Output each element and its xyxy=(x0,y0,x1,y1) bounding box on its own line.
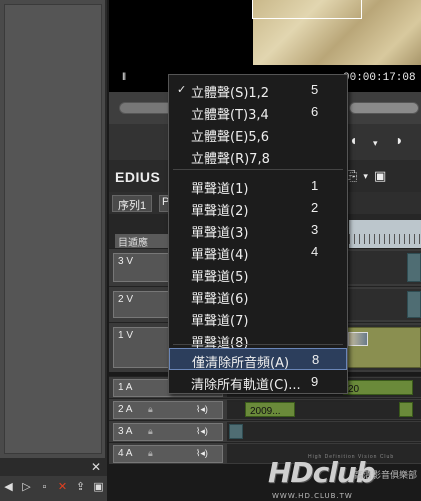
chevron-down-icon[interactable]: ▾ xyxy=(363,168,368,184)
menu-item-label: 僅清除所音頻(A) xyxy=(192,356,290,371)
lock-icon[interactable]: 🔒︎ xyxy=(148,426,153,437)
position-slider[interactable] xyxy=(349,102,419,114)
menu-item-label: 立體聲(E)5,6 xyxy=(191,130,270,145)
menu-item-label: 單聲道(1) xyxy=(191,182,249,197)
menu-item-stereo-12[interactable]: ✓ 立體聲(S)1,2 5 xyxy=(169,79,347,101)
menu-item-mono-7[interactable]: 單聲道(7) xyxy=(169,307,347,329)
clip[interactable] xyxy=(407,253,421,282)
menu-item-label: 單聲道(3) xyxy=(191,226,249,241)
track-a3: 3 A 🔒︎ ⌇◂) xyxy=(109,420,421,442)
clip-label: 20 xyxy=(348,384,360,395)
track-body[interactable]: 2009... xyxy=(227,400,421,419)
ruler-label: 目遁應 xyxy=(115,234,173,249)
menu-item-shortcut: 3 xyxy=(311,222,319,237)
track-a2: 2 A 🔒︎ ⌇◂) 2009... xyxy=(109,398,421,420)
left-panel: ✕ ◀ ▷ ▫ ✕ ⇪ ▣ xyxy=(0,0,107,501)
menu-item-stereo-56[interactable]: 立體聲(E)5,6 xyxy=(169,123,347,145)
menu-item-stereo-78[interactable]: 立體聲(R)7,8 xyxy=(169,145,347,167)
lock-icon[interactable]: 🔒︎ xyxy=(148,404,153,415)
hdclub-watermark: High Definition Vision Club HDclub 高清影音俱… xyxy=(268,454,421,501)
menu-item-label: 立體聲(R)7,8 xyxy=(191,152,270,167)
clip[interactable] xyxy=(407,291,421,318)
clip[interactable] xyxy=(399,402,413,417)
menu-item-label: 單聲道(5) xyxy=(191,270,249,285)
menu-item-mono-6[interactable]: 單聲道(6) xyxy=(169,285,347,307)
bin-panel xyxy=(4,4,102,454)
timecode-display: 00:00:17:08 xyxy=(343,72,416,84)
clip-label: 2009... xyxy=(250,406,281,417)
waveform-icon[interactable]: ⌇◂) xyxy=(196,426,208,437)
save-icon[interactable]: ▣ xyxy=(374,168,386,184)
track-name: 4 A xyxy=(118,448,133,459)
menu-separator xyxy=(173,344,343,345)
track-name: 2 A xyxy=(118,404,133,415)
menu-item-mono-4[interactable]: 單聲道(4) 4 xyxy=(169,241,347,263)
track-body[interactable] xyxy=(227,422,421,441)
add-icon[interactable]: ▫ xyxy=(38,480,51,493)
menu-item-label: 單聲道(2) xyxy=(191,204,249,219)
menu-item-shortcut: 8 xyxy=(312,352,320,367)
export-icon[interactable]: ⎘ xyxy=(347,168,357,184)
menu-item-mono-1[interactable]: 單聲道(1) 1 xyxy=(169,175,347,197)
track-header[interactable]: 4 A 🔒︎ ⌇◂) xyxy=(113,445,223,463)
left-bottom-toolbar: ✕ ◀ ▷ ▫ ✕ ⇪ ▣ xyxy=(0,458,107,501)
delete-icon[interactable]: ✕ xyxy=(56,480,69,493)
menu-item-shortcut: 4 xyxy=(311,244,319,259)
menu-item-label: 清除所有軌道(C)... xyxy=(191,378,301,393)
panel-titlebar: ✕ xyxy=(0,458,107,476)
menu-item-label: 單聲道(7) xyxy=(191,314,249,329)
track-name: 3 A xyxy=(118,426,133,437)
menu-item-label: 立體聲(S)1,2 xyxy=(191,86,270,101)
track-name: 3 V xyxy=(118,256,134,267)
clip[interactable]: 20 xyxy=(343,380,413,395)
menu-item-label: 單聲道(6) xyxy=(191,292,249,307)
safe-area-frame xyxy=(252,0,362,19)
mark-in-icon[interactable]: ◖ xyxy=(349,132,357,148)
ruler-ticks xyxy=(349,234,421,244)
menu-item-shortcut: 1 xyxy=(311,178,319,193)
track-header[interactable]: 3 A 🔒︎ ⌇◂) xyxy=(113,423,223,441)
track-header[interactable]: 2 A 🔒︎ ⌇◂) xyxy=(113,401,223,419)
menu-item-clear-all-tracks[interactable]: 清除所有軌道(C)... 9 xyxy=(169,371,347,393)
menu-item-shortcut: 2 xyxy=(311,200,319,215)
clip[interactable] xyxy=(345,327,421,368)
track-name: 1 V xyxy=(118,330,134,341)
menu-item-shortcut: 6 xyxy=(311,104,319,119)
watermark-url: WWW.HD.CLUB.TW xyxy=(272,492,353,500)
menu-separator xyxy=(173,169,343,170)
close-icon[interactable]: ✕ xyxy=(91,460,101,474)
play-forward-icon[interactable]: ▷ xyxy=(20,480,33,493)
lock-icon[interactable]: 🔒︎ xyxy=(148,448,153,459)
menu-item-shortcut: 5 xyxy=(311,82,319,97)
export-icon[interactable]: ⇪ xyxy=(74,480,87,493)
menu-item-stereo-34[interactable]: 立體聲(T)3,4 6 xyxy=(169,101,347,123)
watermark-chinese: 高清影音俱樂部 xyxy=(354,470,418,480)
menu-item-label: 立體聲(T)3,4 xyxy=(191,108,269,123)
track-name: 1 A xyxy=(118,382,133,393)
waveform-icon[interactable]: ⌇◂) xyxy=(196,448,208,459)
menu-item-mono-5[interactable]: 單聲道(5) xyxy=(169,263,347,285)
chevron-down-icon[interactable]: ▾ xyxy=(373,138,378,149)
app-title: EDIUS xyxy=(115,169,161,185)
check-icon: ✓ xyxy=(177,84,187,96)
clip-thumbnail xyxy=(348,332,368,346)
mark-out-icon[interactable]: ◗ xyxy=(395,132,403,148)
tab-sequence1[interactable]: 序列1 xyxy=(112,195,153,212)
save-icon[interactable]: ▣ xyxy=(92,480,105,493)
in-marker: ‖ xyxy=(122,72,127,83)
menu-item-mono-2[interactable]: 單聲道(2) 2 xyxy=(169,197,347,219)
clip[interactable] xyxy=(229,424,243,439)
track-name: 2 V xyxy=(118,294,134,305)
menu-item-shortcut: 9 xyxy=(311,374,319,389)
channel-context-menu: ✓ 立體聲(S)1,2 5 立體聲(T)3,4 6 立體聲(E)5,6 立體聲(… xyxy=(168,74,348,394)
clip[interactable]: 2009... xyxy=(245,402,295,417)
play-icon[interactable]: ◀ xyxy=(2,480,15,493)
timeline-ruler[interactable] xyxy=(349,220,421,248)
menu-item-mono-3[interactable]: 單聲道(3) 3 xyxy=(169,219,347,241)
menu-item-clear-audio[interactable]: 僅清除所音頻(A) 8 xyxy=(169,348,347,371)
waveform-icon[interactable]: ⌇◂) xyxy=(196,404,208,415)
menu-item-label: 單聲道(4) xyxy=(191,248,249,263)
